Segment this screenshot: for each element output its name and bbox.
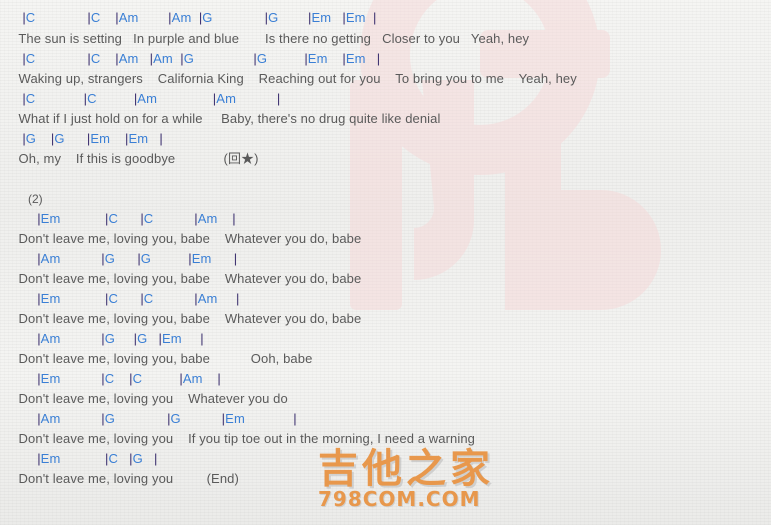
chord-line: |Em |C |C |Am | xyxy=(37,211,236,226)
section-label-verse-2: (2) xyxy=(28,192,43,206)
bar-separator: | xyxy=(264,10,269,25)
bar-separator: | xyxy=(87,10,91,25)
bar-separator: | xyxy=(105,451,109,466)
bar-separator: | xyxy=(342,51,346,66)
bar-separator: | xyxy=(37,371,41,386)
bar-separator: | xyxy=(342,10,346,25)
bar-separator: | xyxy=(115,10,119,25)
bar-separator: | xyxy=(37,411,41,426)
lyric-line: Oh, my If this is goodbye (回★) xyxy=(0,151,259,166)
lyric-line: Don't leave me, loving you, babe Whateve… xyxy=(0,271,362,286)
bar-separator: | xyxy=(37,331,41,346)
chord-line: |C |C |Am |Am |G |G |Em |Em | xyxy=(22,10,377,25)
bar-separator: | xyxy=(86,131,91,146)
bar-separator: | xyxy=(129,451,133,466)
bar-separator: | xyxy=(180,51,184,66)
bar-separator: | xyxy=(168,10,172,25)
bar-separator: | xyxy=(198,10,203,25)
bar-separator: | xyxy=(194,291,198,306)
bar-separator: | xyxy=(253,51,257,66)
bar-separator: | xyxy=(22,91,26,106)
bar-separator: | xyxy=(232,211,236,226)
bar-separator: | xyxy=(22,51,26,66)
bar-separator: | xyxy=(129,371,133,386)
bar-separator: | xyxy=(37,211,41,226)
bar-separator: | xyxy=(87,51,91,66)
bar-separator: | xyxy=(101,251,105,266)
bar-separator: | xyxy=(101,331,105,346)
bar-separator: | xyxy=(154,451,158,466)
bar-separator: | xyxy=(37,451,41,466)
bar-separator: | xyxy=(167,411,171,426)
bar-separator: | xyxy=(140,291,144,306)
bar-separator: | xyxy=(105,291,109,306)
bar-separator: | xyxy=(37,251,41,266)
chord-line: |Am |G |G |Em | xyxy=(37,411,297,426)
bar-separator: | xyxy=(105,211,109,226)
bar-separator: | xyxy=(137,251,141,266)
bar-separator: | xyxy=(50,131,55,146)
bar-separator: | xyxy=(293,411,297,426)
bar-separator: | xyxy=(179,371,183,386)
bar-separator: | xyxy=(158,331,162,346)
chord-line: |C |C |Am |Am | xyxy=(22,91,281,106)
bar-separator: | xyxy=(221,411,226,426)
bar-separator: | xyxy=(194,211,198,226)
bar-separator: | xyxy=(188,251,192,266)
chord-line: |Em |C |C |Am | xyxy=(37,291,240,306)
bar-separator: | xyxy=(373,10,377,25)
bar-separator: | xyxy=(233,251,238,266)
bar-separator: | xyxy=(22,131,26,146)
bar-separator: | xyxy=(140,211,144,226)
bar-separator: | xyxy=(149,51,154,66)
lyric-line: Don't leave me, loving you If you tip to… xyxy=(0,431,476,446)
chord-line: |C |C |Am |Am |G |G |Em |Em | xyxy=(22,51,381,66)
lyric-line: Don't leave me, loving you, babe Whateve… xyxy=(0,311,362,326)
bar-separator: | xyxy=(124,131,129,146)
lyric-line: The sun is setting In purple and blue Is… xyxy=(0,31,530,46)
bar-separator: | xyxy=(159,131,163,146)
bar-separator: | xyxy=(200,331,204,346)
bar-separator: | xyxy=(276,91,281,106)
lyric-line: What if I just hold on for a while Baby,… xyxy=(0,111,441,126)
chord-line: |Em |C |C |Am | xyxy=(37,371,221,386)
bar-separator: | xyxy=(133,331,138,346)
chord-sheet-content: |C |C |Am |Am |G |G |Em |Em | The sun is… xyxy=(0,0,771,525)
bar-separator: | xyxy=(308,10,312,25)
bar-separator: | xyxy=(101,411,105,426)
lyric-line: Don't leave me, loving you Whatever you … xyxy=(0,391,288,406)
bar-separator: | xyxy=(22,10,26,25)
chord-line: |Em |C |G | xyxy=(37,451,158,466)
bar-separator: | xyxy=(376,51,381,66)
bar-separator: | xyxy=(304,51,308,66)
chord-line: |Am |G |G |Em | xyxy=(37,251,238,266)
bar-separator: | xyxy=(133,91,138,106)
bar-separator: | xyxy=(115,51,119,66)
bar-separator: | xyxy=(101,371,105,386)
bar-separator: | xyxy=(37,291,41,306)
bar-separator: | xyxy=(236,291,240,306)
lyric-line: Don't leave me, loving you, babe Ooh, ba… xyxy=(0,351,313,366)
lyric-line: Don't leave me, loving you, babe Whateve… xyxy=(0,231,362,246)
chord-line: |Am |G |G |Em | xyxy=(37,331,204,346)
bar-separator: | xyxy=(83,91,88,106)
bar-separator: | xyxy=(212,91,217,106)
lyric-line: Don't leave me, loving you (End) xyxy=(0,471,239,486)
lyric-line: Waking up, strangers California King Rea… xyxy=(0,71,577,86)
chord-line: |G |G |Em |Em | xyxy=(22,131,163,146)
bar-separator: | xyxy=(217,371,221,386)
